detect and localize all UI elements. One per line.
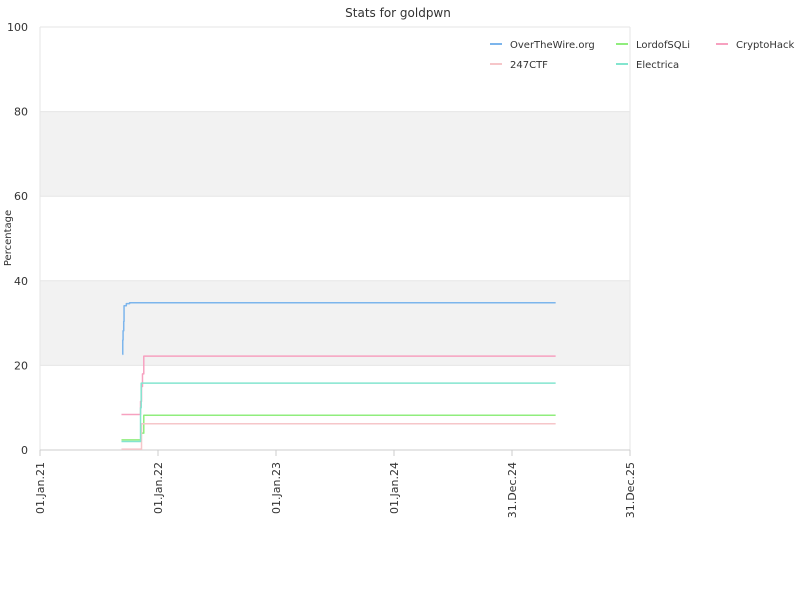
legend-label: OverTheWire.org <box>510 40 595 51</box>
legend-label: LordofSQLi <box>636 40 690 51</box>
x-tick-label: 31.Dec.25 <box>624 462 637 518</box>
plot-band <box>40 111 630 197</box>
line-chart: Stats for goldpwn 0 20 40 60 80 100 01.Jan.21… <box>3 6 795 518</box>
x-tick-label: 01.Jan.24 <box>388 462 401 514</box>
gridlines <box>39 26 631 451</box>
legend-label: CryptoHack <box>736 40 795 51</box>
series-line-lordofsqli <box>121 414 556 441</box>
x-tick-label: 31.Dec.24 <box>506 462 519 518</box>
y-tick-label: 80 <box>14 106 28 119</box>
plot-band <box>40 280 630 366</box>
series-line-247ctf <box>121 423 556 450</box>
y-tick-label: 20 <box>14 359 28 372</box>
x-axis-ticks: 01.Jan.21 01.Jan.22 01.Jan.23 01.Jan.24 31.D… <box>34 450 637 518</box>
legend-item[interactable]: Electrica <box>616 60 679 71</box>
y-tick-label: 60 <box>14 190 28 203</box>
x-tick-label: 01.Jan.21 <box>34 462 47 514</box>
y-tick-label: 100 <box>7 21 28 34</box>
series-line-electrica <box>121 382 556 443</box>
y-tick-label: 0 <box>21 444 28 457</box>
plot-bands <box>40 111 630 366</box>
legend-label: 247CTF <box>510 60 548 71</box>
y-axis-label: Percentage <box>3 210 14 266</box>
legend-item[interactable]: 247CTF <box>490 60 548 71</box>
legend-item[interactable]: LordofSQLi <box>616 40 690 51</box>
x-tick-label: 01.Jan.23 <box>270 462 283 514</box>
y-tick-label: 40 <box>14 275 28 288</box>
legend-item[interactable]: OverTheWire.org <box>490 40 595 51</box>
x-tick-label: 01.Jan.22 <box>152 462 165 514</box>
chart-title: Stats for goldpwn <box>345 6 451 20</box>
legend-label: Electrica <box>636 60 679 71</box>
legend-item[interactable]: CryptoHack <box>716 40 795 51</box>
legend[interactable]: OverTheWire.org LordofSQLi CryptoHack 247CT… <box>490 40 795 71</box>
